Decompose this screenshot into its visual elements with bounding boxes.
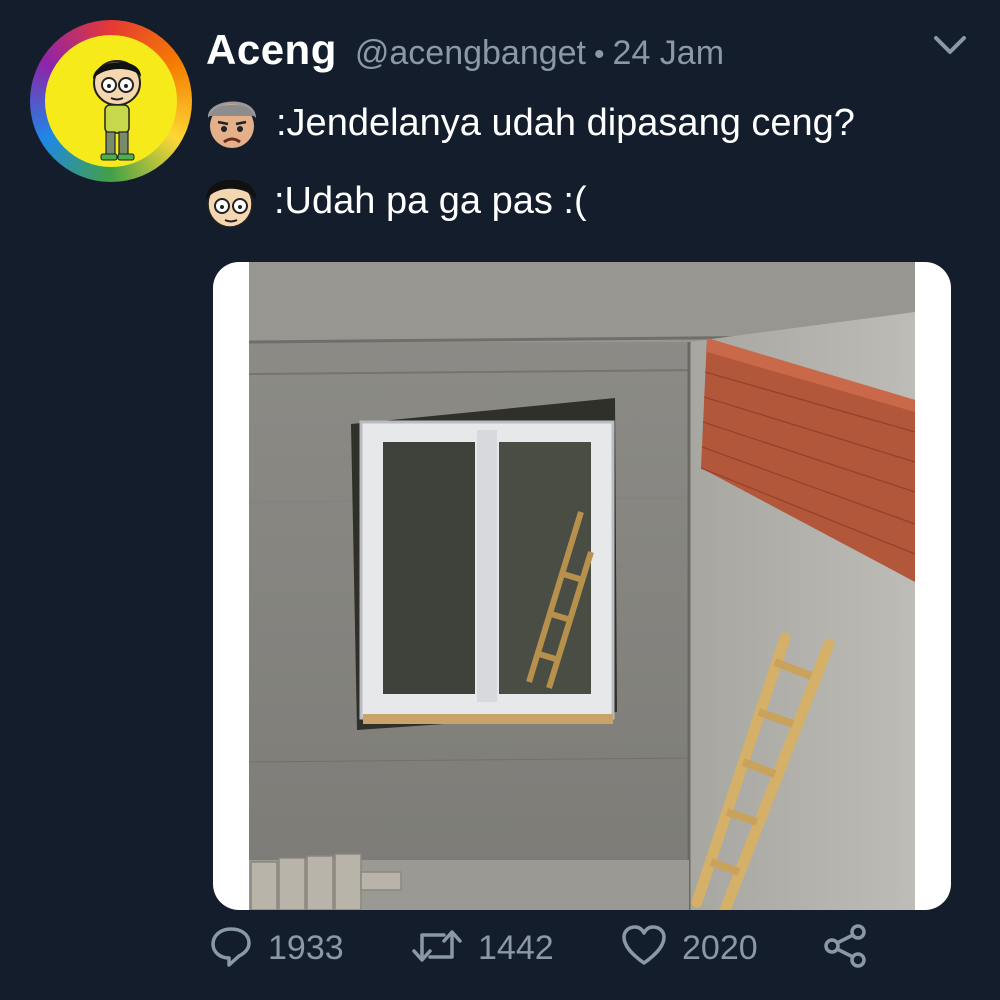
dialogue-line-aceng: :Udah pa ga pas :( <box>200 168 587 234</box>
reply-button[interactable]: 1933 <box>208 920 344 976</box>
display-name[interactable]: Aceng <box>206 26 337 74</box>
chevron-down-icon[interactable] <box>930 30 970 60</box>
retweet-button[interactable]: 1442 <box>410 920 554 976</box>
dialogue-text: :Jendelanya udah dipasang ceng? <box>276 101 855 144</box>
photo-misfit-window <box>249 262 915 910</box>
tweet-header: Aceng @acengbanget • 24 Jam <box>206 26 724 86</box>
heart-icon <box>620 923 668 974</box>
dialogue-text: :Udah pa ga pas :( <box>274 179 587 222</box>
share-icon <box>822 923 870 974</box>
reply-count: 1933 <box>268 928 344 967</box>
like-button[interactable]: 2020 <box>620 920 758 976</box>
timestamp[interactable]: 24 Jam <box>613 34 725 73</box>
tweet-photo[interactable] <box>213 262 951 910</box>
retweet-icon <box>410 923 464 974</box>
avatar-image <box>45 35 177 167</box>
user-handle[interactable]: @acengbanget <box>355 34 586 73</box>
separator-dot: • <box>594 38 605 71</box>
tweet-actions: 1933 1442 2020 <box>208 920 908 976</box>
tweet: Aceng @acengbanget • 24 Jam :Jendelanya … <box>0 0 1000 1000</box>
dialogue-line-father: :Jendelanya udah dipasang ceng? <box>202 90 855 156</box>
retweet-count: 1442 <box>478 928 554 967</box>
aceng-face-icon <box>200 170 260 232</box>
like-count: 2020 <box>682 928 758 967</box>
share-button[interactable] <box>822 920 870 976</box>
father-face-icon <box>202 92 262 154</box>
avatar[interactable] <box>30 20 192 182</box>
reply-icon <box>208 923 254 974</box>
